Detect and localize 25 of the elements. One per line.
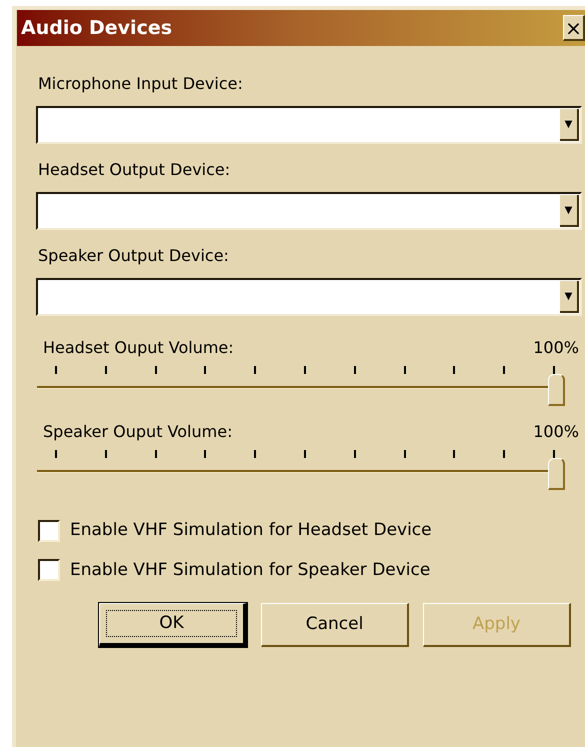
dropdown-button[interactable]: ▼: [560, 281, 579, 313]
close-button[interactable]: ×: [563, 15, 585, 41]
checkbox[interactable]: [38, 559, 60, 582]
device-label: Headset Output Device:: [37, 159, 232, 181]
slider-thumb[interactable]: [548, 458, 565, 490]
volume-reading: 100%: [533, 421, 579, 443]
device-dropdown[interactable]: ▼: [36, 192, 582, 230]
volume-slider[interactable]: [37, 450, 565, 490]
volume-slider[interactable]: [37, 366, 565, 406]
device-label: Microphone Input Device:: [37, 73, 244, 95]
volume-label: Speaker Ouput Volume:: [43, 421, 232, 443]
dialog-button[interactable]: OK: [99, 603, 247, 647]
device-dropdown[interactable]: ▼: [36, 278, 582, 316]
dialog-button[interactable]: Cancel: [261, 603, 409, 647]
volume-label: Headset Ouput Volume:: [43, 337, 234, 359]
device-label: Speaker Output Device:: [37, 245, 230, 267]
checkbox-label: Enable VHF Simulation for Speaker Device: [70, 558, 430, 582]
dropdown-button[interactable]: ▼: [560, 109, 579, 141]
checkbox[interactable]: [38, 520, 60, 542]
checkbox-label: Enable VHF Simulation for Headset Device: [70, 519, 432, 542]
device-dropdown[interactable]: ▼: [36, 106, 582, 144]
slider-thumb[interactable]: [548, 374, 565, 406]
dropdown-button[interactable]: ▼: [560, 195, 579, 227]
window-title: Audio Devices: [21, 16, 172, 41]
volume-reading: 100%: [533, 337, 579, 359]
